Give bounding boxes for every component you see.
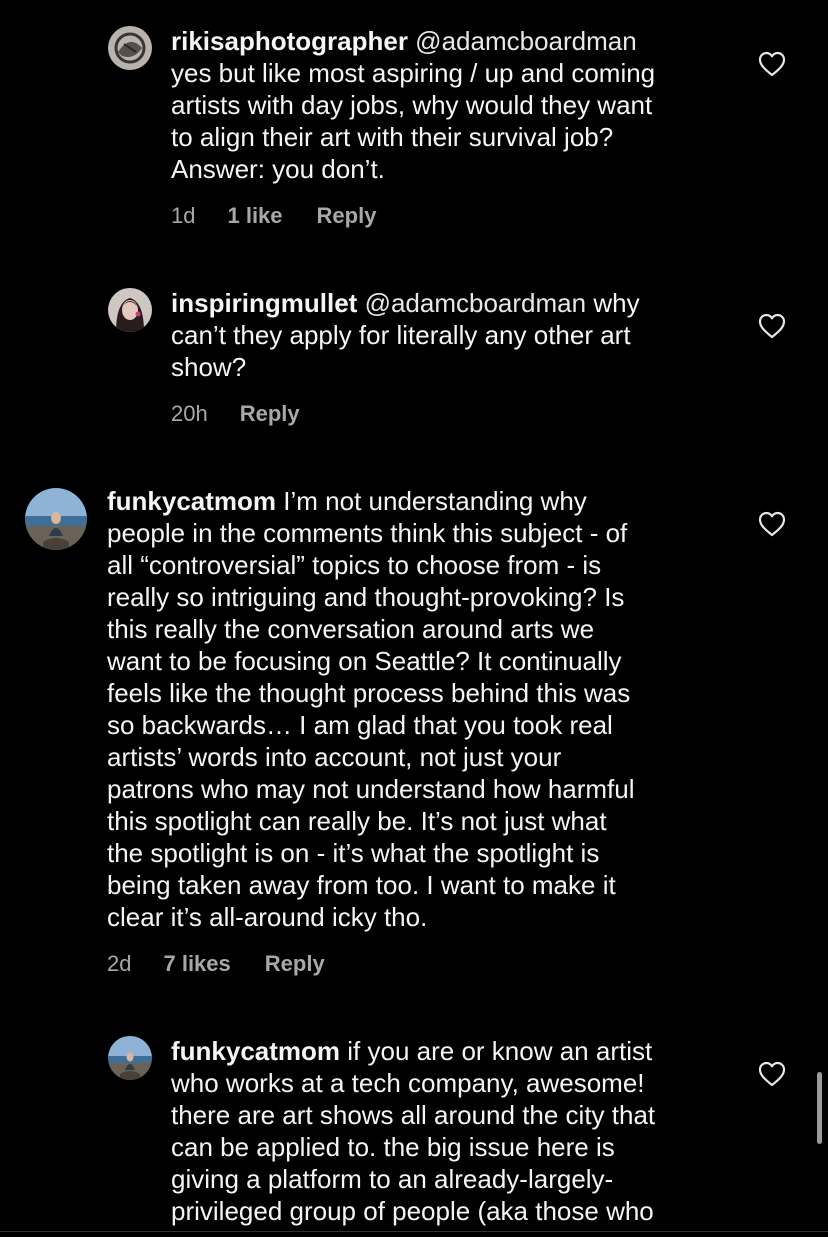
comment-line: clear it’s all-around icky tho. — [107, 902, 428, 932]
comment-text: inspiringmullet @adamcboardman why can’t… — [171, 287, 741, 383]
comment-line: this spotlight can really be. It’s not j… — [107, 806, 607, 836]
comment-username[interactable]: funkycatmom — [107, 486, 276, 516]
reply-button[interactable]: Reply — [317, 203, 377, 229]
comment-username[interactable]: rikisaphotographer — [171, 26, 408, 56]
beach-avatar-icon — [108, 1036, 152, 1080]
comment-line: privileged group of people (aka those wh… — [171, 1196, 654, 1226]
comment-line: I’m not understanding why — [283, 486, 587, 516]
comment-username[interactable]: inspiringmullet — [171, 288, 357, 318]
comment-line: if you are or know an artist — [347, 1036, 653, 1066]
heart-icon[interactable] — [758, 313, 786, 339]
comment-text: funkycatmom if you are or know an artist… — [171, 1035, 741, 1227]
comment-timestamp: 20h — [171, 401, 208, 426]
scrollbar[interactable] — [817, 1072, 822, 1144]
heart-icon[interactable] — [758, 511, 786, 537]
comment-line: all “controversial” topics to choose fro… — [107, 550, 602, 580]
like-count[interactable]: 1 like — [227, 203, 282, 229]
comment-line: being taken away from too. I want to mak… — [107, 870, 616, 900]
comment-line: artists’ words into account, not just yo… — [107, 742, 562, 772]
heart-icon[interactable] — [758, 51, 786, 77]
reply-button[interactable]: Reply — [240, 401, 300, 427]
heart-icon[interactable] — [758, 1061, 786, 1087]
comment-line: so backwards… I am glad that you took re… — [107, 710, 613, 740]
avatar[interactable] — [108, 1036, 152, 1080]
avatar[interactable] — [25, 488, 87, 550]
avatar[interactable] — [108, 288, 152, 332]
comment-line: giving a platform to an already-largely- — [171, 1164, 614, 1194]
comment-meta: 2d 7 likes Reply — [107, 951, 325, 977]
comment-text: rikisaphotographer @adamcboardman yes bu… — [171, 25, 741, 185]
comment-timestamp: 2d — [107, 951, 132, 976]
comment-meta: 20h Reply — [171, 401, 300, 427]
reply-button[interactable]: Reply — [265, 951, 325, 977]
comment-line: artists with day jobs, why would they wa… — [171, 90, 653, 120]
comment-line: there are art shows all around the city … — [171, 1100, 656, 1130]
comment-line: who works at a tech company, awesome! — [171, 1068, 645, 1098]
divider — [0, 1231, 828, 1232]
person-avatar-icon — [108, 288, 152, 332]
comment-line: to align their art with their survival j… — [171, 122, 614, 152]
comment-line: want to be focusing on Seattle? It conti… — [107, 646, 622, 676]
comment-line: yes but like most aspiring / up and comi… — [171, 58, 656, 88]
comment-meta: 1d 1 like Reply — [171, 203, 376, 229]
comment-timestamp: 1d — [171, 203, 196, 228]
mention-link[interactable]: @adamcboardman — [365, 288, 587, 318]
comment-line: people in the comments think this subjec… — [107, 518, 628, 548]
comment-username[interactable]: funkycatmom — [171, 1036, 340, 1066]
comment-line: the spotlight is on - it’s what the spot… — [107, 838, 600, 868]
avatar[interactable] — [108, 26, 152, 70]
comment-line: Answer: you don’t. — [171, 154, 385, 184]
comment-line: can’t they apply for literally any other… — [171, 320, 631, 350]
comment-line: can be applied to. the big issue here is — [171, 1132, 615, 1162]
comment-line: show? — [171, 352, 247, 382]
comment-line: why — [593, 288, 640, 318]
beach-avatar-icon — [25, 488, 87, 550]
comment-line: feels like the thought process behind th… — [107, 678, 631, 708]
comment-line: this really the conversation around arts… — [107, 614, 595, 644]
comment-line: really so intriguing and thought-provoki… — [107, 582, 625, 612]
like-count[interactable]: 7 likes — [163, 951, 230, 977]
sketch-avatar-icon — [108, 26, 152, 70]
comment-text: funkycatmom I’m not understanding why pe… — [107, 485, 747, 933]
mention-link[interactable]: @adamcboardman — [415, 26, 637, 56]
comment-line: patrons who may not understand how harmf… — [107, 774, 635, 804]
